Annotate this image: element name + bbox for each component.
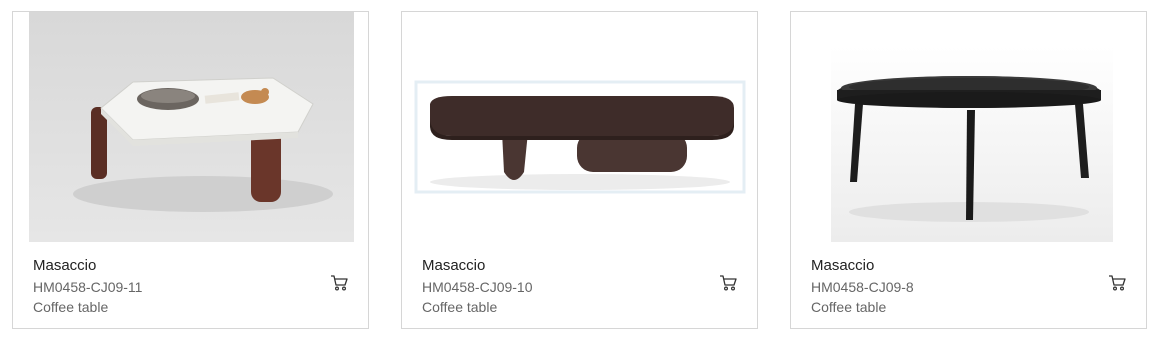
coffee-table-white-top-image (29, 12, 354, 242)
product-grid: Masaccio HM0458-CJ09-11 Coffee table Mas… (0, 0, 1157, 339)
product-card[interactable]: Masaccio HM0458-CJ09-8 Coffee table (790, 11, 1147, 329)
product-code: HM0458-CJ09-11 (33, 279, 143, 295)
product-code: HM0458-CJ09-10 (422, 279, 533, 295)
product-image[interactable] (791, 12, 1146, 242)
product-category: Coffee table (811, 299, 887, 315)
cart-icon[interactable] (719, 274, 737, 292)
product-code: HM0458-CJ09-8 (811, 279, 914, 295)
product-name[interactable]: Masaccio (811, 257, 874, 274)
product-name[interactable]: Masaccio (422, 257, 485, 274)
product-image[interactable] (402, 12, 757, 242)
product-card[interactable]: Masaccio HM0458-CJ09-11 Coffee table (12, 11, 369, 329)
product-name[interactable]: Masaccio (33, 257, 96, 274)
product-category: Coffee table (422, 299, 498, 315)
coffee-table-dark-wood-image (402, 12, 757, 242)
product-card[interactable]: Masaccio HM0458-CJ09-10 Coffee table (401, 11, 758, 329)
product-image[interactable] (13, 12, 368, 242)
product-category: Coffee table (33, 299, 109, 315)
cart-icon[interactable] (330, 274, 348, 292)
coffee-table-round-black-image (831, 46, 1113, 242)
cart-icon[interactable] (1108, 274, 1126, 292)
